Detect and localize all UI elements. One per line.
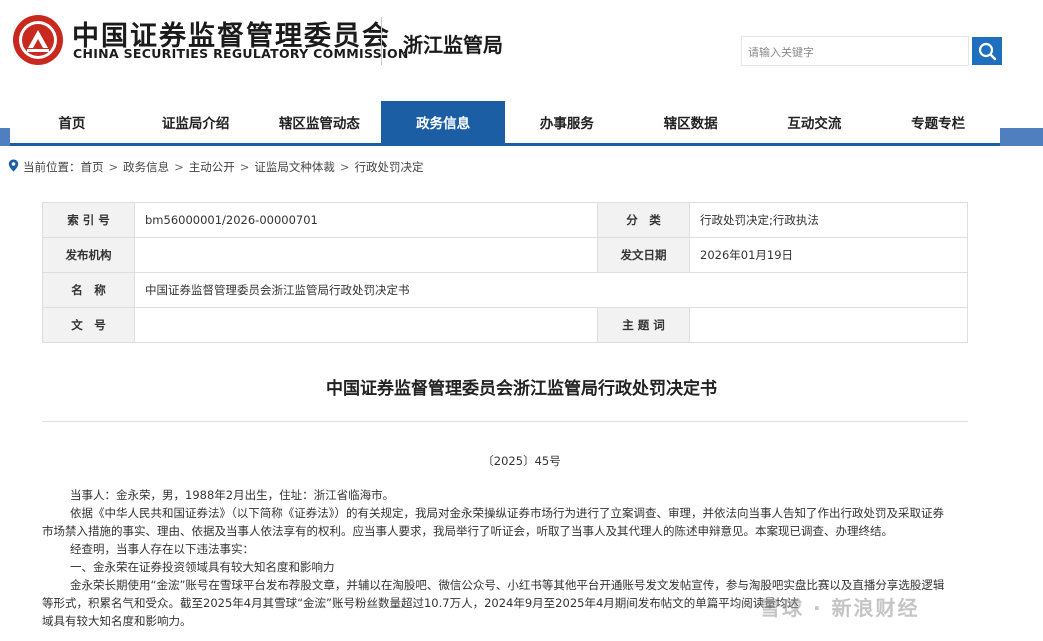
breadcrumb-public-disclosure[interactable]: 主动公开	[189, 159, 235, 175]
paragraph-findings: 经查明，当事人存在以下违法事实：	[70, 542, 254, 556]
index-value: bm56000001/2026-00000701	[134, 202, 598, 238]
category-value: 行政处罚决定;行政执法	[689, 202, 968, 238]
nav-item-government-info[interactable]: 政务信息	[381, 101, 505, 143]
paragraph-basis-2: 市场禁入措施的事实、理由、依据及当事人依法享有的权利。应当事人要求，我局举行了听…	[42, 524, 893, 538]
publisher-label: 发布机构	[42, 237, 135, 273]
date-label: 发文日期	[597, 237, 690, 273]
breadcrumb-label: 当前位置：	[23, 160, 81, 174]
main-nav: 首页 证监局介绍 辖区监管动态 政务信息 办事服务 辖区数据 互动交流 专题专栏	[10, 101, 1000, 146]
breadcrumb-home[interactable]: 首页	[81, 159, 104, 175]
nav-item-home[interactable]: 首页	[10, 101, 134, 143]
name-label: 名 称	[42, 272, 135, 308]
paragraph-detail-3: 域具有较大知名度和影响力。	[42, 614, 192, 628]
breadcrumb: 当前位置： 首页 > 政务信息 > 主动公开 > 证监局文种体裁 > 行政处罚决…	[8, 158, 424, 176]
paragraph-basis-1: 依据《中华人民共和国证券法》（以下简称《证券法》）的有关规定，我局对金永荣操纵证…	[70, 506, 944, 520]
location-pin-icon	[8, 159, 19, 175]
breadcrumb-separator: >	[339, 160, 350, 174]
breadcrumb-government-info[interactable]: 政务信息	[123, 159, 169, 175]
bureau-name: 浙江监管局	[403, 33, 503, 57]
watermark-text: 雪球 · 新浪财经	[760, 596, 920, 620]
nav-item-data[interactable]: 辖区数据	[629, 101, 753, 143]
meta-row: 文 号 主 题 词	[42, 307, 968, 343]
keyword-value	[689, 307, 968, 343]
breadcrumb-separator: >	[108, 160, 119, 174]
title-divider	[42, 421, 968, 422]
breadcrumb-separator: >	[174, 160, 184, 174]
search-icon	[978, 42, 997, 61]
document-meta-table: 索 引 号 bm56000001/2026-00000701 分 类 行政处罚决…	[42, 202, 968, 343]
meta-row: 名 称 中国证券监督管理委员会浙江监管局行政处罚决定书	[42, 272, 968, 308]
index-label: 索 引 号	[42, 202, 135, 238]
docno-value	[134, 307, 598, 343]
csrc-logo[interactable]	[12, 14, 64, 66]
site-header: 中国证券监督管理委员会 CHINA SECURITIES REGULATORY …	[0, 0, 1043, 100]
nav-item-interaction[interactable]: 互动交流	[753, 101, 877, 143]
meta-row: 索 引 号 bm56000001/2026-00000701 分 类 行政处罚决…	[42, 202, 968, 238]
breadcrumb-penalty-decisions[interactable]: 行政处罚决定	[355, 159, 424, 175]
nav-item-services[interactable]: 办事服务	[505, 101, 629, 143]
search-input[interactable]: 请输入关键字	[741, 36, 969, 66]
paragraph-party: 当事人：金永荣，男，1988年2月出生，住址：浙江省临海市。	[70, 488, 395, 502]
docno-label: 文 号	[42, 307, 135, 343]
search-button[interactable]	[972, 37, 1002, 65]
breadcrumb-separator: >	[239, 160, 250, 174]
nav-item-topics[interactable]: 专题专栏	[876, 101, 1000, 143]
org-name-en: CHINA SECURITIES REGULATORY COMMISSION	[73, 46, 409, 61]
publisher-value	[134, 237, 598, 273]
keyword-label: 主 题 词	[597, 307, 690, 343]
paragraph-detail-2: 等形式，积累名气和受众。截至2025年4月其雪球“金浤”账号粉丝数量超过10.7…	[42, 596, 799, 610]
breadcrumb-doc-types[interactable]: 证监局文种体裁	[254, 159, 335, 175]
nav-item-regulatory-news[interactable]: 辖区监管动态	[258, 101, 382, 143]
paragraph-heading-1: 一、金永荣在证券投资领域具有较大知名度和影响力	[70, 560, 335, 574]
name-value: 中国证券监督管理委员会浙江监管局行政处罚决定书	[134, 272, 968, 308]
category-label: 分 类	[597, 202, 690, 238]
watermark: 雪球 · 新浪财经	[760, 592, 920, 621]
meta-row: 发布机构 发文日期 2026年01月19日	[42, 237, 968, 273]
header-divider	[381, 17, 382, 65]
nav-item-about[interactable]: 证监局介绍	[134, 101, 258, 143]
date-value: 2026年01月19日	[689, 237, 968, 273]
document-number: 〔2025〕45号	[482, 454, 561, 468]
document-title: 中国证券监督管理委员会浙江监管局行政处罚决定书	[326, 379, 717, 399]
